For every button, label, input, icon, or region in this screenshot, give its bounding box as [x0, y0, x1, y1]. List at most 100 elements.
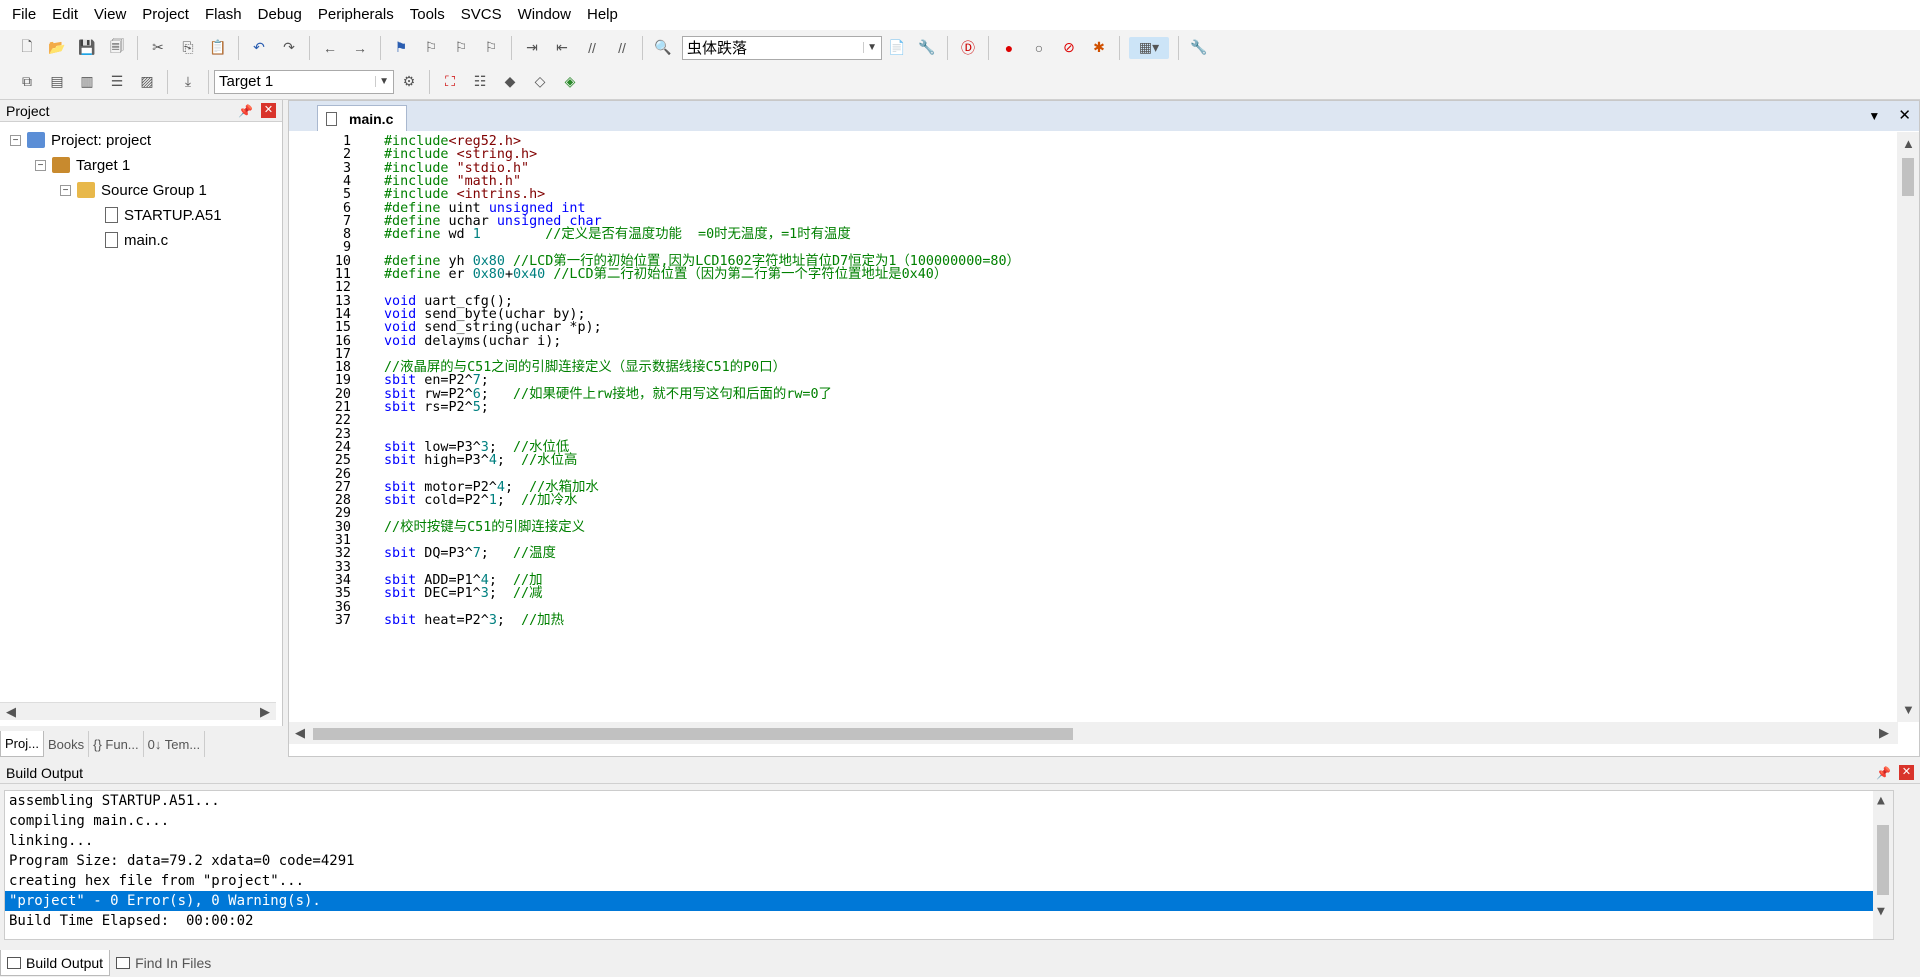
close-icon[interactable]: ✕: [261, 103, 276, 118]
code-line[interactable]: sbit rs=P2^5;: [384, 400, 489, 416]
close-icon[interactable]: ✕: [1899, 765, 1914, 780]
menu-file[interactable]: File: [4, 0, 44, 30]
bookmark-icon[interactable]: ⚑: [390, 37, 412, 59]
scroll-up-icon[interactable]: ▲: [1877, 793, 1885, 808]
collapse-icon[interactable]: −: [10, 134, 21, 146]
indent-icon[interactable]: ⇥: [521, 37, 543, 59]
incremental-find-icon[interactable]: 📄: [886, 37, 908, 59]
tree-file-startup[interactable]: STARTUP.A51: [105, 203, 222, 227]
tab-build-output[interactable]: Build Output: [0, 950, 111, 976]
editor-vscrollbar[interactable]: ▲ ▼: [1897, 132, 1919, 722]
build-line[interactable]: creating hex file from "project"...: [5, 871, 1893, 891]
select-packs-icon[interactable]: ☷: [469, 71, 491, 93]
tree-file-main[interactable]: main.c: [105, 228, 168, 252]
code-line[interactable]: sbit DQ=P3^7; //温度: [384, 546, 556, 562]
bookmark-clear-icon[interactable]: ⚐: [480, 37, 502, 59]
target-options-icon[interactable]: ⚙: [398, 71, 420, 93]
tab-find-in-files[interactable]: Find In Files: [110, 950, 217, 976]
scroll-left-icon[interactable]: ◀: [6, 704, 16, 720]
copy-icon[interactable]: ⎘: [177, 37, 199, 59]
comment-icon[interactable]: //: [581, 37, 603, 59]
open-file-icon[interactable]: 📂: [46, 37, 68, 59]
code-line[interactable]: sbit high=P3^4; //水位高: [384, 453, 577, 469]
tab-functions[interactable]: {} Fun...: [89, 731, 144, 757]
menu-project[interactable]: Project: [134, 0, 197, 30]
scroll-right-icon[interactable]: ▶: [1879, 725, 1889, 741]
unindent-icon[interactable]: ⇤: [551, 37, 573, 59]
breakpoint-disable-icon[interactable]: ⊘: [1058, 37, 1080, 59]
nav-back-icon[interactable]: ←: [319, 37, 341, 59]
collapse-icon[interactable]: −: [60, 184, 71, 196]
menu-view[interactable]: View: [86, 0, 134, 30]
collapse-icon[interactable]: −: [35, 159, 46, 171]
breakpoint-kill-icon[interactable]: ✱: [1088, 37, 1110, 59]
code-line[interactable]: sbit cold=P2^1; //加冷水: [384, 493, 577, 509]
menu-edit[interactable]: Edit: [44, 0, 86, 30]
batch-build-icon[interactable]: ☰: [106, 71, 128, 93]
tab-templates[interactable]: 0↓ Tem...: [144, 731, 206, 757]
breakpoint-enable-icon[interactable]: ○: [1028, 37, 1050, 59]
scroll-thumb[interactable]: [313, 728, 1073, 740]
pack-installer-icon[interactable]: ◇: [529, 71, 551, 93]
tree-source-group[interactable]: − Source Group 1: [60, 178, 207, 202]
scroll-thumb[interactable]: [1877, 825, 1889, 895]
tree-target[interactable]: − Target 1: [35, 153, 130, 177]
build-vscrollbar[interactable]: ▲ ▼: [1873, 791, 1893, 939]
menu-svcs[interactable]: SVCS: [453, 0, 510, 30]
uncomment-icon[interactable]: //: [611, 37, 633, 59]
manage-rte-icon[interactable]: ◆: [499, 71, 521, 93]
build-line[interactable]: "project" - 0 Error(s), 0 Warning(s).: [5, 891, 1893, 911]
rebuild-icon[interactable]: ▥: [76, 71, 98, 93]
tree-project[interactable]: − Project: project: [10, 128, 151, 152]
code-area[interactable]: 1 2 3 4 5 6 7 8 9 10 11 12 13 14 15 16 17 18 19 20 21 22 23 24 2…: [289, 132, 1893, 722]
build-line[interactable]: assembling STARTUP.A51...: [5, 791, 1893, 811]
manage-components-icon[interactable]: ⛶: [439, 71, 461, 93]
tab-project[interactable]: Proj...: [0, 731, 44, 757]
code-line[interactable]: sbit DEC=P1^3; //减: [384, 586, 543, 602]
build-icon[interactable]: ▤: [46, 71, 68, 93]
save-all-icon[interactable]: 🗐: [106, 37, 128, 59]
code-line[interactable]: void delayms(uchar i);: [384, 334, 561, 350]
save-icon[interactable]: 💾: [76, 37, 98, 59]
editor-hscrollbar[interactable]: ◀ ▶: [289, 722, 1898, 744]
manage-project-items-icon[interactable]: ◈: [559, 71, 581, 93]
project-hscrollbar[interactable]: ◀ ▶: [0, 702, 276, 720]
new-file-icon[interactable]: 🗋: [16, 37, 38, 59]
menu-peripherals[interactable]: Peripherals: [310, 0, 402, 30]
chevron-down-icon[interactable]: ▼: [863, 42, 877, 53]
chevron-down-icon[interactable]: ▼: [375, 76, 389, 87]
build-line[interactable]: compiling main.c...: [5, 811, 1893, 831]
scroll-up-icon[interactable]: ▲: [1902, 136, 1915, 151]
code-line[interactable]: #define wd 1 //定义是否有温度功能 =0时无温度，=1时有温度: [384, 227, 851, 243]
translate-icon[interactable]: ⧉: [16, 71, 38, 93]
configure-icon[interactable]: 🔧: [1188, 37, 1210, 59]
scroll-down-icon[interactable]: ▼: [1877, 904, 1885, 919]
build-output-text[interactable]: assembling STARTUP.A51... compiling main.…: [4, 790, 1894, 940]
build-line[interactable]: Program Size: data=79.2 xdata=0 code=429…: [5, 851, 1893, 871]
scroll-thumb[interactable]: [1902, 158, 1914, 196]
debug-tool-icon[interactable]: 🔧: [916, 37, 938, 59]
chevron-down-icon[interactable]: ▼: [1868, 109, 1880, 123]
find-combo[interactable]: 虫体跌落 ▼: [682, 35, 882, 60]
pin-icon[interactable]: 📌: [238, 104, 253, 118]
target-combo[interactable]: Target 1 ▼: [214, 69, 394, 94]
bookmark-next-icon[interactable]: ⚐: [450, 37, 472, 59]
menu-window[interactable]: Window: [510, 0, 579, 30]
scroll-down-icon[interactable]: ▼: [1902, 702, 1915, 717]
menu-tools[interactable]: Tools: [402, 0, 453, 30]
menu-flash[interactable]: Flash: [197, 0, 250, 30]
redo-icon[interactable]: ↷: [278, 37, 300, 59]
build-line[interactable]: linking...: [5, 831, 1893, 851]
find-in-files-icon[interactable]: 🔍: [652, 37, 674, 59]
paste-icon[interactable]: 📋: [207, 37, 229, 59]
cut-icon[interactable]: ✂: [147, 37, 169, 59]
code-line[interactable]: sbit heat=P2^3; //加热: [384, 613, 564, 629]
nav-forward-icon[interactable]: →: [349, 37, 371, 59]
close-icon[interactable]: ✕: [1898, 107, 1911, 124]
tab-books[interactable]: Books: [44, 731, 90, 757]
tab-main-c[interactable]: main.c: [317, 105, 407, 131]
code-line[interactable]: #define er 0x80+0x40 //LCD第二行初始位置（因为第二行第…: [384, 267, 947, 283]
scroll-right-icon[interactable]: ▶: [260, 704, 270, 720]
code-line[interactable]: //校时按键与C51的引脚连接定义: [384, 520, 585, 536]
start-debug-icon[interactable]: Ⓓ: [957, 37, 979, 59]
